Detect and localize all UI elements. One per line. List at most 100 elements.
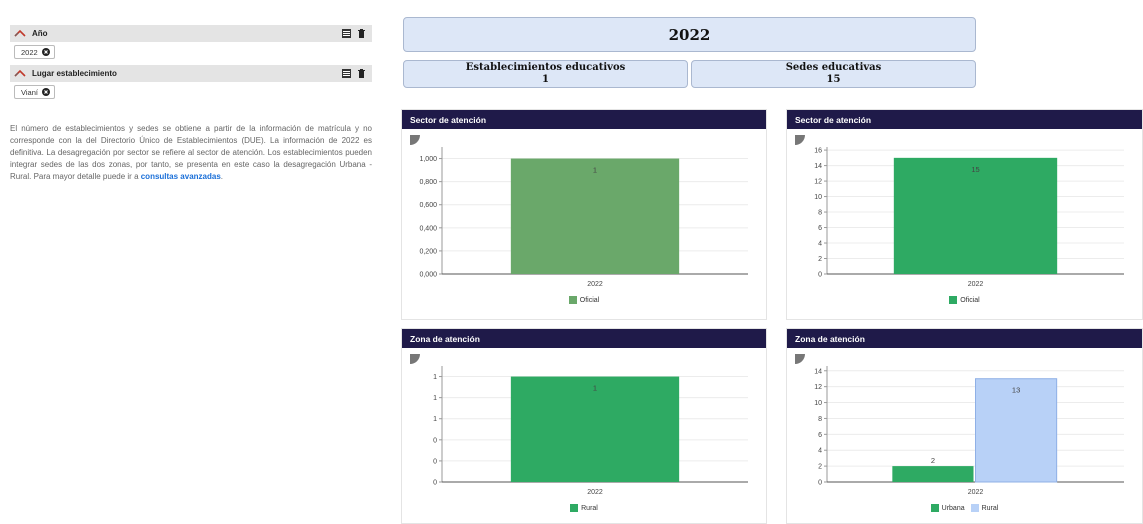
data-label: 1 bbox=[593, 166, 597, 175]
chart-legend: Urbana Rural bbox=[787, 504, 1142, 512]
legend-swatch bbox=[568, 296, 577, 304]
y-tick-label: 0 bbox=[433, 437, 437, 444]
y-tick-label: 0,000 bbox=[419, 272, 437, 279]
legend-item[interactable]: Rural bbox=[970, 504, 999, 512]
consultas-avanzadas-link[interactable]: consultas avanzadas bbox=[141, 172, 221, 181]
y-tick-label: 14 bbox=[814, 163, 822, 170]
remove-chip-icon[interactable] bbox=[41, 88, 50, 96]
y-tick-label: 0 bbox=[818, 272, 822, 279]
y-tick-label: 8 bbox=[818, 210, 822, 217]
y-tick-label: 14 bbox=[814, 368, 822, 375]
select-list-icon[interactable] bbox=[342, 29, 351, 38]
y-tick-label: 12 bbox=[814, 384, 822, 391]
collapse-arrow-icon[interactable] bbox=[14, 69, 26, 78]
chip-value: Vianí bbox=[21, 87, 38, 97]
legend-label: Rural bbox=[981, 504, 999, 512]
chart-legend: Rural bbox=[402, 504, 766, 512]
y-tick-label: 8 bbox=[818, 416, 822, 423]
year-title: 2022 bbox=[668, 25, 711, 44]
legend-label: Oficial bbox=[579, 296, 600, 304]
legend-label: Oficial bbox=[960, 296, 980, 304]
panel-title: Zona de atención bbox=[787, 329, 1142, 348]
chart-menu-icon bbox=[410, 354, 420, 364]
legend-label: Rural bbox=[581, 504, 598, 512]
chart-legend: Oficial bbox=[402, 296, 766, 304]
y-tick-label: 6 bbox=[818, 225, 822, 232]
chip-value: 2022 bbox=[21, 47, 38, 57]
filter-chip-lugar[interactable]: Vianí bbox=[14, 85, 55, 99]
y-tick-label: 2 bbox=[818, 256, 822, 263]
filter-label: Lugar establecimiento bbox=[32, 69, 117, 78]
y-tick-label: 10 bbox=[814, 194, 822, 201]
chart-panel-sector-sedes: Sector de atención 0 2 4 6 8 10 12 14 16 15 2022 O… bbox=[786, 109, 1143, 320]
y-tick-label: 6 bbox=[818, 432, 822, 439]
y-tick-label: 0,600 bbox=[419, 202, 437, 209]
x-tick-label: 2022 bbox=[968, 281, 984, 288]
y-tick-label: 2 bbox=[818, 464, 822, 471]
select-list-icon[interactable] bbox=[342, 69, 351, 78]
trash-icon[interactable] bbox=[357, 69, 366, 78]
bar-urbana bbox=[892, 466, 974, 482]
legend-label: Urbana bbox=[941, 504, 965, 512]
legend-swatch bbox=[570, 504, 579, 512]
data-label: 1 bbox=[593, 384, 597, 393]
y-tick-label: 0 bbox=[433, 458, 437, 465]
legend-swatch bbox=[949, 296, 958, 304]
y-tick-label: 0 bbox=[818, 480, 822, 487]
y-tick-label: 1 bbox=[433, 395, 437, 402]
x-tick-label: 2022 bbox=[587, 281, 603, 288]
bar-oficial bbox=[510, 158, 680, 274]
bar-chart: 0 2 4 6 8 10 12 14 2 13 2022 bbox=[795, 354, 1124, 496]
chart-panel-zona-establecimientos: Zona de atención 0 0 0 1 1 1 1 2022 Rural bbox=[401, 328, 767, 524]
y-tick-label: 10 bbox=[814, 400, 822, 407]
bar-oficial bbox=[893, 157, 1058, 274]
y-tick-label: 0,400 bbox=[419, 225, 437, 232]
data-label: 2 bbox=[931, 456, 935, 465]
remove-chip-icon[interactable] bbox=[41, 48, 50, 56]
legend-item[interactable]: Urbana bbox=[930, 504, 965, 512]
legend-item[interactable]: Oficial bbox=[568, 296, 600, 304]
chart-panel-zona-sedes: Zona de atención 0 2 4 6 8 10 12 14 2 13 2022 Urba… bbox=[786, 328, 1143, 524]
legend-item[interactable]: Oficial bbox=[949, 296, 980, 304]
chart-menu-icon bbox=[795, 135, 805, 145]
description-end: . bbox=[220, 172, 224, 181]
description-text: El número de establecimientos y sedes se… bbox=[10, 123, 372, 183]
filter-header-ano[interactable]: Año bbox=[10, 25, 372, 42]
x-tick-label: 2022 bbox=[968, 489, 984, 496]
bar-chart: 0 2 4 6 8 10 12 14 16 15 2022 bbox=[795, 135, 1124, 288]
establecimientos-value: 1 bbox=[542, 74, 549, 85]
y-tick-label: 4 bbox=[818, 448, 822, 455]
trash-icon[interactable] bbox=[357, 29, 366, 38]
chart-legend: Oficial bbox=[787, 296, 1142, 304]
panel-title: Zona de atención bbox=[402, 329, 766, 348]
establecimientos-box: Establecimientos educativos 1 bbox=[403, 60, 688, 88]
x-tick-label: 2022 bbox=[587, 489, 603, 496]
sedes-value: 15 bbox=[826, 74, 841, 85]
year-banner: 2022 bbox=[403, 17, 976, 52]
y-tick-label: 1 bbox=[433, 374, 437, 381]
legend-swatch bbox=[970, 504, 979, 512]
y-tick-label: 16 bbox=[814, 148, 822, 155]
y-tick-label: 1 bbox=[433, 416, 437, 423]
data-label: 15 bbox=[971, 165, 979, 174]
collapse-arrow-icon[interactable] bbox=[14, 29, 26, 38]
legend-item[interactable]: Rural bbox=[570, 504, 598, 512]
sedes-label: Sedes educativas bbox=[785, 62, 882, 73]
chart-panel-sector-establecimientos: Sector de atención 0,000 0,200 0,400 0,600 0… bbox=[401, 109, 767, 320]
sedes-box: Sedes educativas 15 bbox=[691, 60, 976, 88]
y-tick-label: 1,000 bbox=[419, 156, 437, 163]
y-tick-label: 0 bbox=[433, 480, 437, 487]
filter-header-lugar[interactable]: Lugar establecimiento bbox=[10, 65, 372, 82]
panel-title: Sector de atención bbox=[787, 110, 1142, 129]
chart-menu-icon bbox=[795, 354, 805, 364]
establecimientos-label: Establecimientos educativos bbox=[465, 62, 626, 73]
y-tick-label: 12 bbox=[814, 179, 822, 186]
y-tick-label: 0,200 bbox=[419, 248, 437, 255]
filter-chip-ano[interactable]: 2022 bbox=[14, 45, 55, 59]
panel-title: Sector de atención bbox=[402, 110, 766, 129]
y-tick-label: 4 bbox=[818, 241, 822, 248]
bar-chart: 0,000 0,200 0,400 0,600 0,800 1,000 1 2022 bbox=[410, 135, 748, 288]
data-label: 13 bbox=[1012, 386, 1020, 395]
bar-chart: 0 0 0 1 1 1 1 2022 bbox=[410, 354, 748, 496]
filter-label: Año bbox=[32, 29, 48, 38]
